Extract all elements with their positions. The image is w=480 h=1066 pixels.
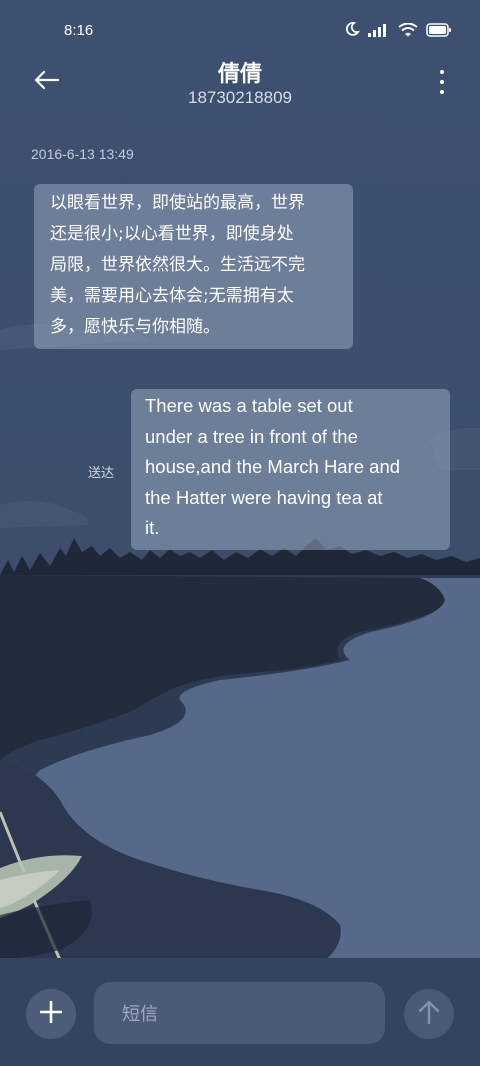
dot-icon bbox=[440, 90, 444, 94]
message-line: 还是很小;以心看世界，即使身处 bbox=[50, 224, 294, 244]
message-timestamp: 2016-6-13 13:49 bbox=[31, 146, 134, 162]
status-bar: 8:16 bbox=[0, 0, 480, 60]
conversation-header: 倩倩 18730218809 bbox=[0, 56, 480, 116]
message-line: under a tree in front of the bbox=[145, 425, 358, 447]
contact-phone: 18730218809 bbox=[187, 88, 292, 107]
plus-icon bbox=[39, 1000, 63, 1027]
message-line: 多，愿快乐与你相随。 bbox=[50, 317, 220, 337]
message-line: 美，需要用心去体会;无需拥有太 bbox=[50, 286, 294, 306]
message-line: house,and the March Hare and bbox=[145, 456, 401, 478]
signal-icon bbox=[368, 22, 390, 41]
message-line: 以眼看世界，即使站的最高，世界 bbox=[50, 193, 305, 213]
send-button[interactable] bbox=[404, 989, 454, 1039]
wifi-icon bbox=[398, 22, 418, 41]
message-line: 局限，世界依然很大。生活远不完 bbox=[50, 255, 305, 275]
add-attachment-button[interactable] bbox=[26, 989, 76, 1039]
moon-icon bbox=[344, 21, 360, 41]
arrow-up-icon bbox=[418, 1000, 440, 1028]
message-line: the Hatter were having tea at bbox=[145, 486, 383, 508]
incoming-message-bubble[interactable]: 以眼看世界，即使站的最高，世界 还是很小;以心看世界，即使身处 局限，世界依然很… bbox=[34, 184, 353, 349]
message-line: There was a table set out bbox=[145, 395, 353, 416]
status-time: 8:16 bbox=[64, 22, 94, 39]
battery-icon bbox=[426, 22, 452, 41]
delivery-status: 送达 bbox=[88, 466, 115, 481]
message-input-placeholder: 短信 bbox=[122, 1004, 158, 1025]
outgoing-message-bubble[interactable]: There was a table set out under a tree i… bbox=[131, 389, 450, 550]
message-input[interactable]: 短信 bbox=[94, 982, 385, 1044]
contact-name: 倩倩 bbox=[217, 62, 262, 87]
dot-icon bbox=[440, 80, 444, 84]
more-options-button[interactable] bbox=[438, 70, 446, 94]
dot-icon bbox=[440, 70, 444, 74]
status-icons bbox=[344, 21, 452, 41]
message-line: it. bbox=[145, 517, 160, 539]
